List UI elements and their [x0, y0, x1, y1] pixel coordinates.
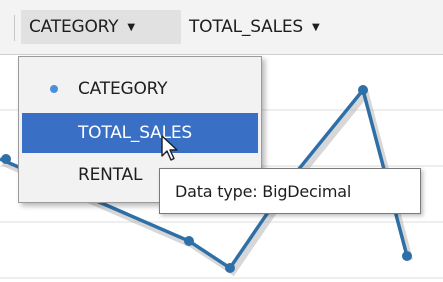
tooltip-text: Data type: BigDecimal [175, 181, 352, 201]
chevron-down-icon: ▼ [311, 21, 320, 33]
category-column-dropdown[interactable]: CATEGORY ▼ [21, 10, 181, 44]
toolbar-divider [14, 15, 15, 41]
total-sales-column-dropdown[interactable]: TOTAL_SALES ▼ [189, 10, 369, 44]
checked-bullet-icon [50, 85, 58, 93]
menu-item-total-sales[interactable]: TOTAL_SALES [22, 113, 258, 153]
column-toolbar: CATEGORY ▼ TOTAL_SALES ▼ [0, 0, 443, 55]
data-point [225, 263, 235, 273]
menu-item-label: RENTAL [78, 165, 143, 185]
category-column-label: CATEGORY [29, 17, 119, 37]
chevron-down-icon: ▼ [127, 21, 135, 33]
data-point [358, 85, 368, 95]
data-point [402, 251, 412, 261]
data-point [1, 154, 11, 164]
menu-item-label: CATEGORY [78, 79, 168, 99]
data-point [184, 236, 194, 246]
data-type-tooltip: Data type: BigDecimal [159, 168, 421, 214]
menu-item-category[interactable]: CATEGORY [22, 69, 258, 109]
total-sales-column-label: TOTAL_SALES [189, 17, 303, 37]
mouse-pointer-icon [161, 135, 178, 161]
